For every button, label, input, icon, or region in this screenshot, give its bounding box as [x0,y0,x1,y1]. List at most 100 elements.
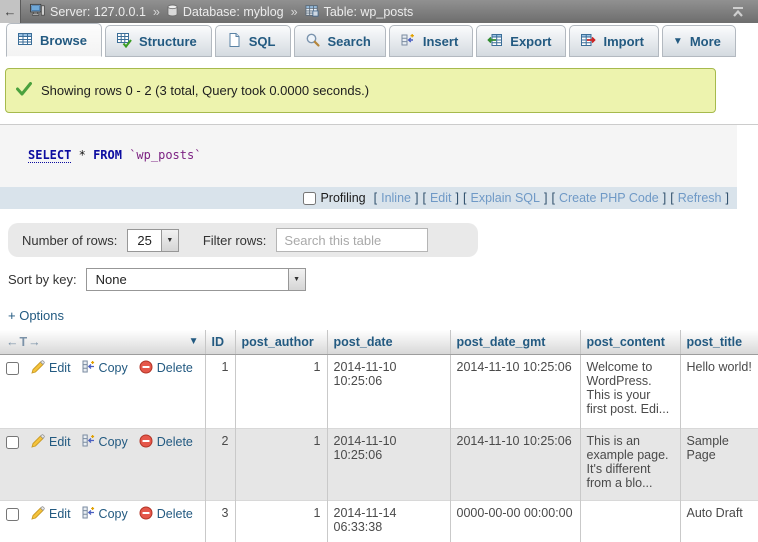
edit-label: Edit [49,361,71,375]
column-header-post-content[interactable]: post_content [580,330,680,354]
cell-post-date-gmt[interactable]: 2014-11-10 10:25:06 [450,354,580,428]
copy-row-link[interactable]: Copy [82,360,128,376]
column-header-post-author[interactable]: post_author [235,330,327,354]
bracket: ] [544,191,547,205]
delete-icon [139,434,153,451]
tab-structure[interactable]: Structure [105,25,212,57]
row-checkbox[interactable] [6,508,19,521]
chevron-down-icon: ▼ [161,230,178,251]
table-icon [305,4,319,20]
cell-post-title[interactable]: Hello world! [680,354,758,428]
column-header-post-date-gmt[interactable]: post_date_gmt [450,330,580,354]
sort-by-key-select[interactable]: None ▼ [86,268,306,291]
copy-label: Copy [99,507,128,521]
tab-sql[interactable]: SQL [215,25,291,57]
copy-label: Copy [99,361,128,375]
sql-query-display: SELECT * FROM `wp_posts` [0,125,737,187]
table-row: Edit Copy [0,428,758,500]
copy-row-link[interactable]: Copy [82,506,128,522]
tab-search[interactable]: Search [294,25,386,57]
delete-label: Delete [157,507,193,521]
breadcrumb: Server: 127.0.0.1 » Database: myblog » [30,3,413,20]
success-message: Showing rows 0 - 2 (3 total, Query took … [5,68,716,113]
tab-label: Export [510,34,551,49]
sql-icon [226,32,242,51]
cell-id[interactable]: 1 [205,354,235,428]
tab-label: Import [603,34,643,49]
cell-post-title[interactable]: Sample Page [680,428,758,500]
copy-row-link[interactable]: Copy [82,434,128,450]
cell-post-date-gmt[interactable]: 2014-11-10 10:25:06 [450,428,580,500]
copy-icon [82,360,95,376]
bracket: [ [551,191,554,205]
actions-header[interactable]: ←T→ ▼ [0,330,205,354]
sql-table-identifier: `wp_posts` [129,148,201,162]
tab-insert[interactable]: Insert [389,25,473,57]
cell-post-author[interactable]: 1 [235,500,327,542]
edit-row-link[interactable]: Edit [31,360,71,377]
cell-id[interactable]: 3 [205,500,235,542]
edit-query-link[interactable]: Edit [430,191,452,205]
copy-label: Copy [99,435,128,449]
cell-post-content[interactable] [580,500,680,542]
bracket: ] [456,191,459,205]
cell-post-title[interactable]: Auto Draft [680,500,758,542]
cell-post-date[interactable]: 2014-11-10 10:25:06 [327,354,450,428]
tab-more[interactable]: ▼ More [662,25,736,57]
cell-post-author[interactable]: 1 [235,428,327,500]
pencil-icon [31,434,45,451]
breadcrumb-separator: » [291,5,298,19]
tab-export[interactable]: Export [476,25,566,57]
delete-row-link[interactable]: Delete [139,360,193,377]
success-check-icon [16,82,32,99]
header-row: ←T→ ▼ ID post_author post_date post_date… [0,330,758,354]
browse-icon [17,31,33,50]
explain-sql-link[interactable]: Explain SQL [470,191,539,205]
refresh-link[interactable]: Refresh [678,191,722,205]
row-checkbox[interactable] [6,362,19,375]
database-icon [167,4,178,20]
column-header-post-title[interactable]: post_title [680,330,758,354]
delete-row-link[interactable]: Delete [139,506,193,523]
options-toggle-link[interactable]: + Options [8,308,64,323]
number-of-rows-select[interactable]: 25 ▼ [127,229,178,252]
breadcrumb-server[interactable]: Server: 127.0.0.1 [30,3,146,20]
cell-post-date[interactable]: 2014-11-14 06:33:38 [327,500,450,542]
structure-icon [116,32,132,51]
cell-post-date[interactable]: 2014-11-10 10:25:06 [327,428,450,500]
filter-rows-label: Filter rows: [203,233,267,248]
column-header-post-date[interactable]: post_date [327,330,450,354]
breadcrumb-database[interactable]: Database: myblog [167,4,284,20]
tab-label: Search [328,34,371,49]
tab-import[interactable]: Import [569,25,658,57]
cell-post-date-gmt[interactable]: 0000-00-00 00:00:00 [450,500,580,542]
cell-id[interactable]: 2 [205,428,235,500]
bracket: [ [374,191,377,205]
tab-label: Insert [423,34,458,49]
edit-row-link[interactable]: Edit [31,434,71,451]
transpose-arrows-icon[interactable]: ←T→ [6,335,42,349]
sql-keyword-select: SELECT [28,148,71,163]
filter-rows-input[interactable] [276,228,428,252]
delete-label: Delete [157,435,193,449]
row-checkbox[interactable] [6,436,19,449]
results-table: ←T→ ▼ ID post_author post_date post_date… [0,330,758,542]
collapse-icon[interactable] [731,6,745,18]
back-arrow-button[interactable]: ← [0,0,21,23]
breadcrumb-table[interactable]: Table: wp_posts [305,4,414,20]
header-menu-arrow-icon[interactable]: ▼ [189,336,199,347]
cell-post-author[interactable]: 1 [235,354,327,428]
server-icon [30,3,45,20]
cell-post-content[interactable]: Welcome to WordPress. This is your first… [580,354,680,428]
tab-browse[interactable]: Browse [6,23,102,57]
breadcrumb-separator: » [153,5,160,19]
delete-row-link[interactable]: Delete [139,434,193,451]
success-message-text: Showing rows 0 - 2 (3 total, Query took … [41,83,369,98]
inline-link[interactable]: Inline [381,191,411,205]
create-php-code-link[interactable]: Create PHP Code [559,191,659,205]
row-controls-bar: Number of rows: 25 ▼ Filter rows: [8,223,478,257]
cell-post-content[interactable]: This is an example page. It's different … [580,428,680,500]
edit-row-link[interactable]: Edit [31,506,71,523]
profiling-checkbox[interactable] [303,192,316,205]
column-header-id[interactable]: ID [205,330,235,354]
